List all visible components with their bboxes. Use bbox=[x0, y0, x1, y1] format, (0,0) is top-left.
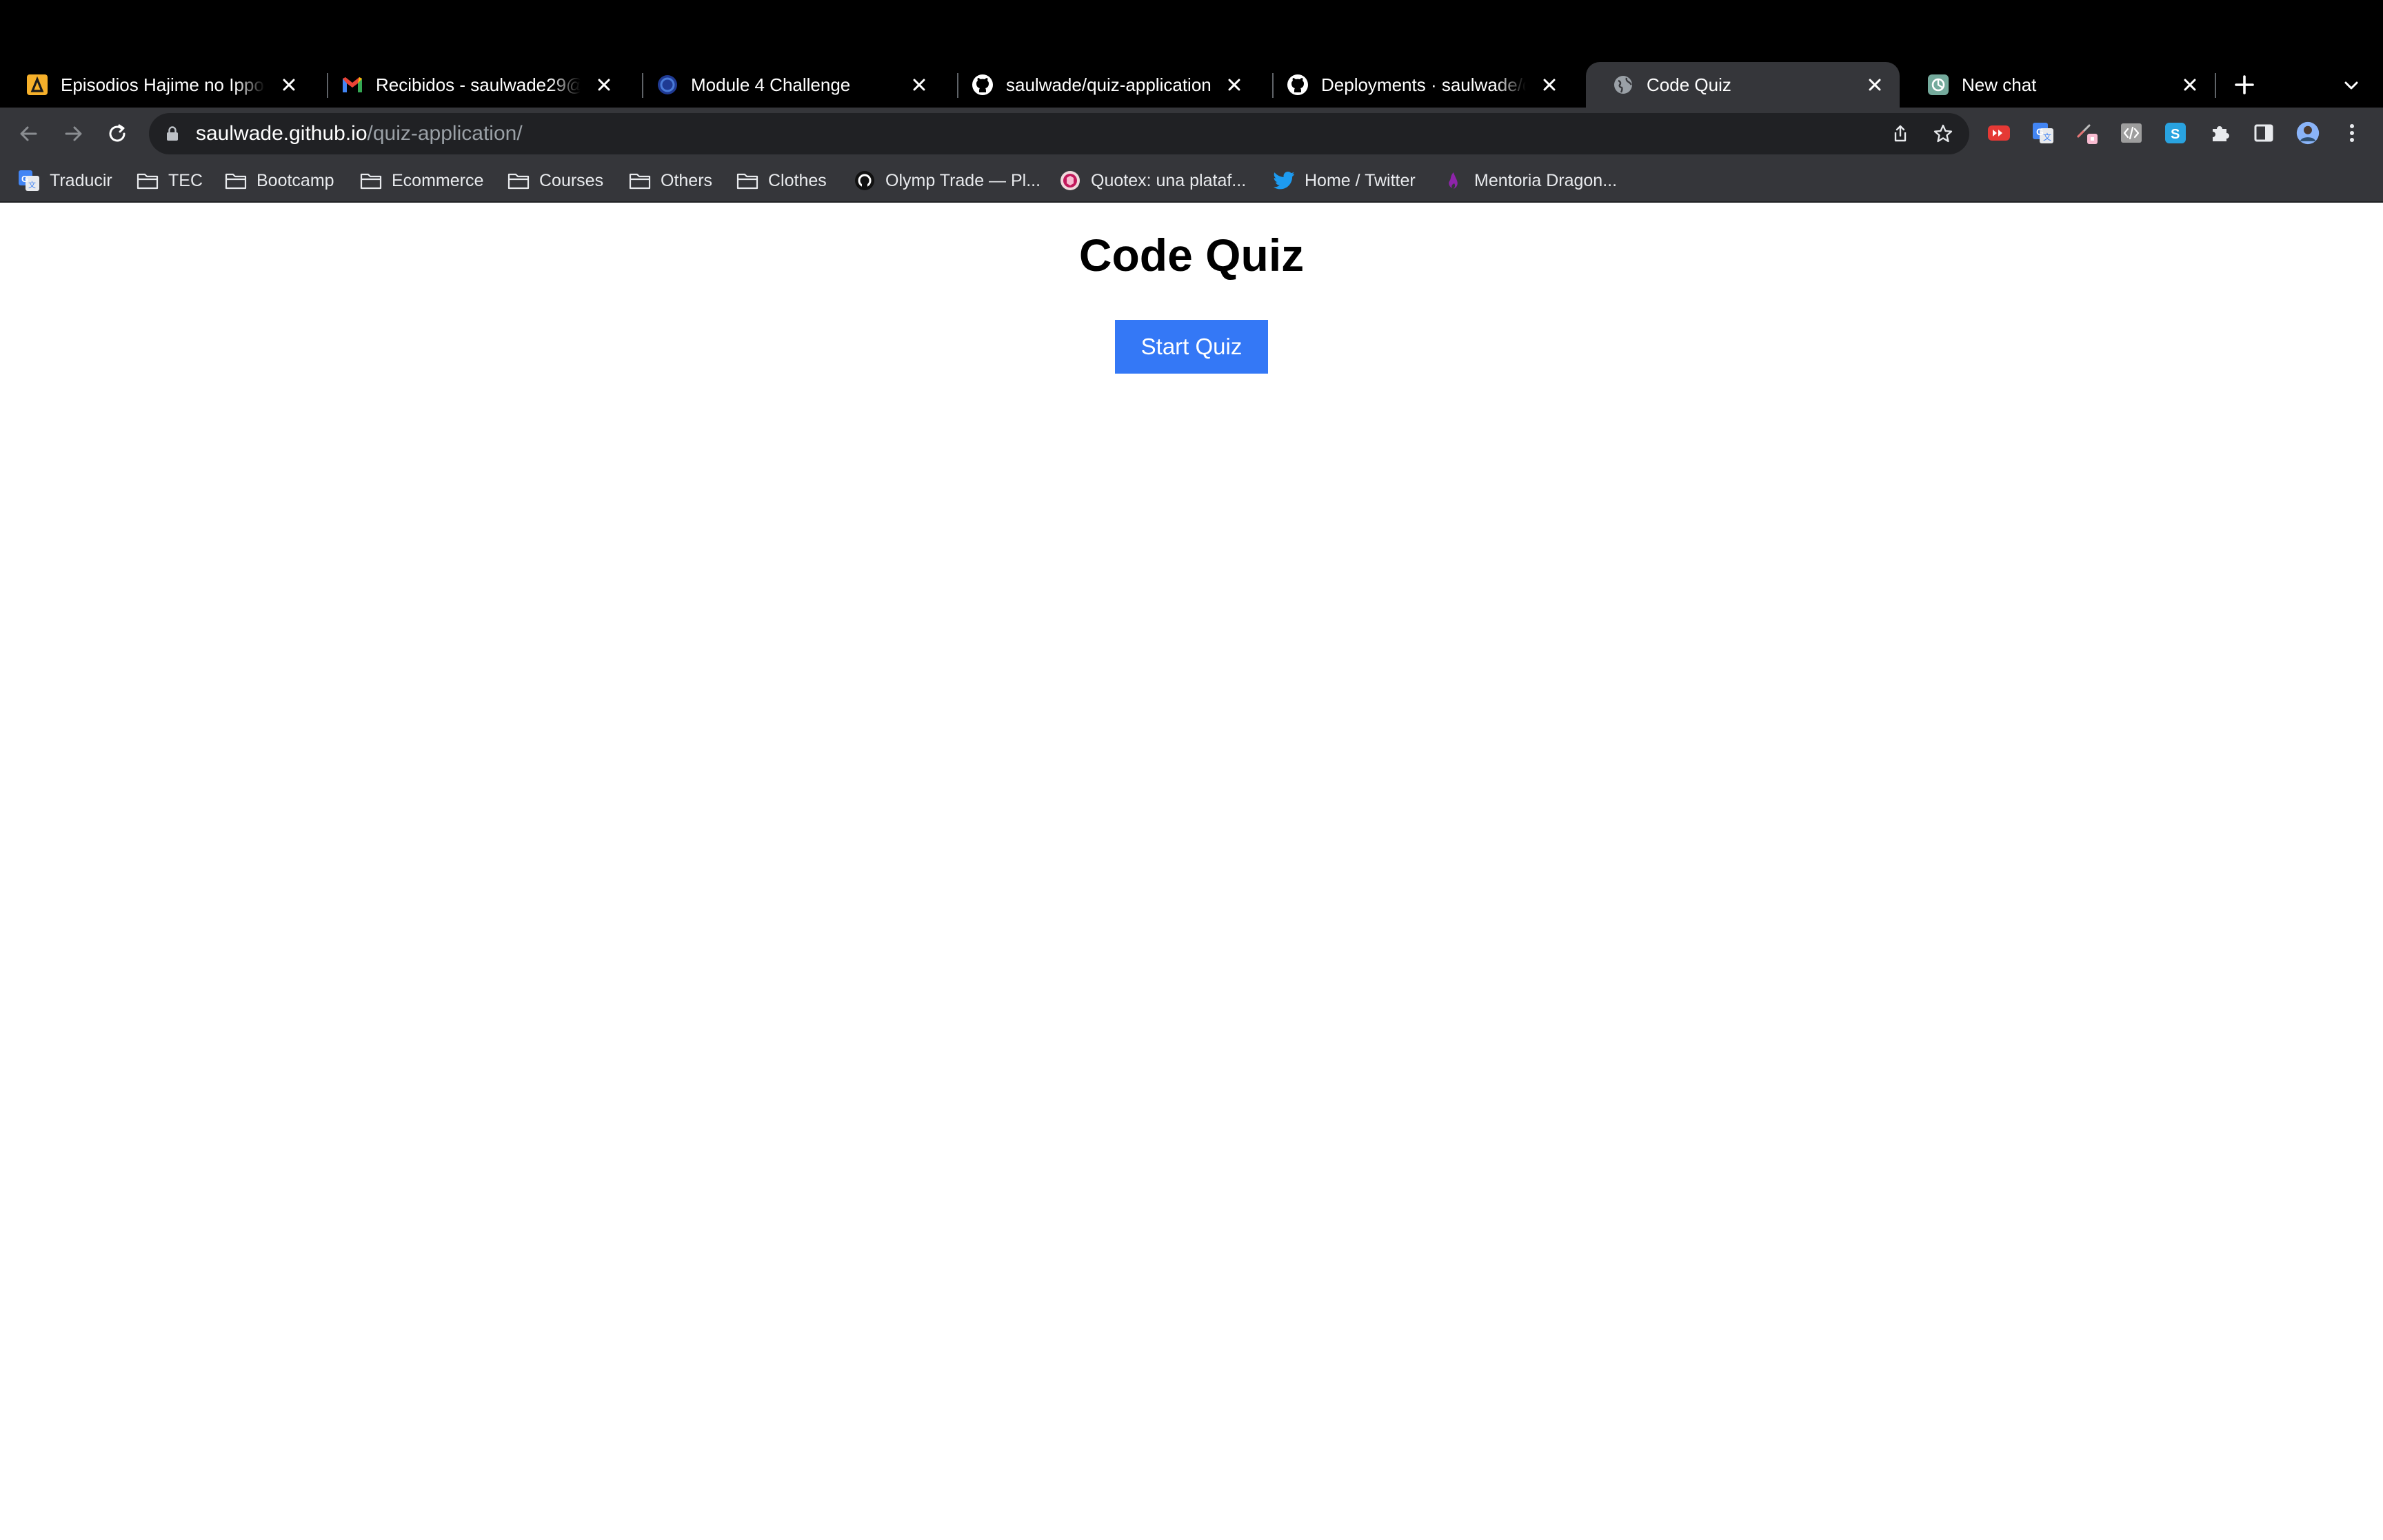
bookmark-quotex[interactable]: Quotex: una plataf... bbox=[1059, 160, 1246, 201]
tab-title: Deployments · saulwade/quiz bbox=[1321, 74, 1526, 95]
folder-icon bbox=[225, 170, 247, 192]
tab-title: Episodios Hajime no Ippo Sin bbox=[61, 74, 265, 95]
tab-new-chat[interactable]: New chat bbox=[1901, 62, 2215, 108]
bookmark-label: Bootcamp bbox=[257, 170, 334, 190]
tab-title: New chat bbox=[1962, 74, 2037, 95]
tab-title: saulwade/quiz-application bbox=[1006, 74, 1211, 95]
bookmark-folder-courses[interactable]: Courses bbox=[507, 160, 603, 201]
bookmark-mentoria-dragon[interactable]: Mentoria Dragon... bbox=[1442, 160, 1617, 201]
bookmark-label: Quotex: una plataf... bbox=[1091, 170, 1247, 190]
bookmark-twitter[interactable]: Home / Twitter bbox=[1273, 160, 1416, 201]
bookmark-label: Home / Twitter bbox=[1305, 170, 1416, 190]
page-content: Code Quiz Start Quiz bbox=[0, 203, 2383, 1540]
bookmark-folder-others[interactable]: Others bbox=[629, 160, 712, 201]
bookmark-label: Olymp Trade — Pl... bbox=[885, 170, 1041, 190]
close-icon[interactable] bbox=[1225, 75, 1244, 94]
url-path: /quiz-application/ bbox=[367, 122, 523, 145]
bookmark-olymp-trade[interactable]: Olymp Trade — Pl... bbox=[854, 160, 1040, 201]
url-domain: saulwade.github.io bbox=[196, 122, 368, 145]
share-icon[interactable] bbox=[1889, 123, 1911, 145]
browser-window: Episodios Hajime no Ippo Sin Recibidos -… bbox=[0, 0, 2383, 1540]
start-quiz-button[interactable]: Start Quiz bbox=[1115, 320, 1268, 374]
lock-icon[interactable] bbox=[164, 125, 181, 142]
google-translate-icon: G文 bbox=[18, 170, 40, 192]
bookmark-label: Others bbox=[661, 170, 713, 190]
olymp-trade-icon bbox=[854, 170, 876, 192]
folder-icon bbox=[629, 170, 651, 192]
folder-icon bbox=[137, 170, 159, 192]
tab-deployments[interactable]: Deployments · saulwade/quiz bbox=[1260, 62, 1574, 108]
s-extension-icon[interactable]: S bbox=[2164, 121, 2187, 145]
svg-text:G: G bbox=[21, 174, 28, 184]
bookmark-label: Mentoria Dragon... bbox=[1474, 170, 1618, 190]
tab-title: Module 4 Challenge bbox=[691, 74, 851, 95]
twitter-icon bbox=[1273, 170, 1295, 192]
close-icon[interactable] bbox=[2180, 75, 2200, 94]
chatgpt-icon bbox=[1927, 74, 1949, 96]
bookmark-label: Ecommerce bbox=[392, 170, 484, 190]
close-icon[interactable] bbox=[909, 75, 929, 94]
puzzle-icon[interactable] bbox=[2208, 121, 2231, 145]
reload-icon[interactable] bbox=[103, 120, 131, 148]
google-translate-extension-icon[interactable]: G文 bbox=[2031, 121, 2055, 145]
tab-title: Recibidos - saulwade29@gm bbox=[376, 74, 581, 95]
bookmark-folder-ecommerce[interactable]: Ecommerce bbox=[360, 160, 483, 201]
tab-code-quiz[interactable]: Code Quiz bbox=[1586, 62, 1900, 108]
globe-icon bbox=[1612, 74, 1634, 96]
folder-icon bbox=[507, 170, 530, 192]
bookmark-folder-bootcamp[interactable]: Bootcamp bbox=[225, 160, 334, 201]
pen-extension-icon[interactable] bbox=[2075, 121, 2099, 145]
svg-text:文: 文 bbox=[2043, 132, 2051, 142]
chevron-down-icon[interactable] bbox=[2337, 72, 2365, 99]
close-icon[interactable] bbox=[594, 75, 614, 94]
github-icon bbox=[972, 74, 994, 96]
svg-text:文: 文 bbox=[28, 180, 36, 190]
close-icon[interactable] bbox=[1540, 75, 1559, 94]
url-text: saulwade.github.io/quiz-application/ bbox=[196, 113, 523, 154]
gmail-icon bbox=[341, 74, 363, 96]
page-title: Code Quiz bbox=[1078, 230, 1305, 281]
bookmarks-bar: G文 Traducir TEC Bootcamp Ecommerce Cours… bbox=[0, 160, 2383, 203]
bookmark-label: Traducir bbox=[50, 170, 112, 190]
address-bar[interactable]: saulwade.github.io/quiz-application/ bbox=[149, 113, 1969, 154]
github-icon bbox=[1287, 74, 1309, 96]
forward-icon[interactable] bbox=[59, 120, 87, 148]
bookmark-label: TEC bbox=[168, 170, 203, 190]
bookmark-traducir[interactable]: G文 Traducir bbox=[18, 160, 112, 201]
youtube-extension-icon[interactable] bbox=[1987, 121, 2011, 145]
tab-github-quiz-application[interactable]: saulwade/quiz-application bbox=[945, 62, 1259, 108]
close-icon[interactable] bbox=[279, 75, 299, 94]
new-tab-button[interactable] bbox=[2230, 70, 2259, 99]
tab-module-4-challenge[interactable]: Module 4 Challenge bbox=[630, 62, 944, 108]
back-icon[interactable] bbox=[15, 120, 43, 148]
more-menu-icon[interactable] bbox=[2340, 121, 2364, 145]
code-extension-icon[interactable] bbox=[2120, 121, 2143, 145]
animeflv-icon bbox=[26, 74, 48, 96]
browser-toolbar: saulwade.github.io/quiz-application/ G文 … bbox=[0, 108, 2383, 160]
dragon-icon bbox=[1442, 170, 1465, 192]
bookmark-folder-clothes[interactable]: Clothes bbox=[736, 160, 827, 201]
avatar[interactable] bbox=[2296, 121, 2320, 145]
close-icon[interactable] bbox=[1865, 75, 1884, 94]
side-panel-icon[interactable] bbox=[2252, 121, 2275, 145]
quotex-icon bbox=[1059, 170, 1081, 192]
bookmark-label: Courses bbox=[539, 170, 604, 190]
folder-icon bbox=[360, 170, 382, 192]
tab-title: Code Quiz bbox=[1647, 74, 1731, 95]
bookmark-folder-tec[interactable]: TEC bbox=[137, 160, 203, 201]
bookmark-label: Clothes bbox=[768, 170, 827, 190]
tab-episodios[interactable]: Episodios Hajime no Ippo Sin bbox=[0, 62, 314, 108]
tab-recibidos[interactable]: Recibidos - saulwade29@gm bbox=[315, 62, 629, 108]
tab-strip: Episodios Hajime no Ippo Sin Recibidos -… bbox=[0, 0, 2383, 108]
folder-icon bbox=[736, 170, 758, 192]
svg-text:S: S bbox=[2171, 127, 2180, 142]
tab-separator bbox=[2215, 73, 2216, 98]
bookmark-star-icon[interactable] bbox=[1932, 123, 1954, 145]
bootcamp-icon bbox=[656, 74, 678, 96]
